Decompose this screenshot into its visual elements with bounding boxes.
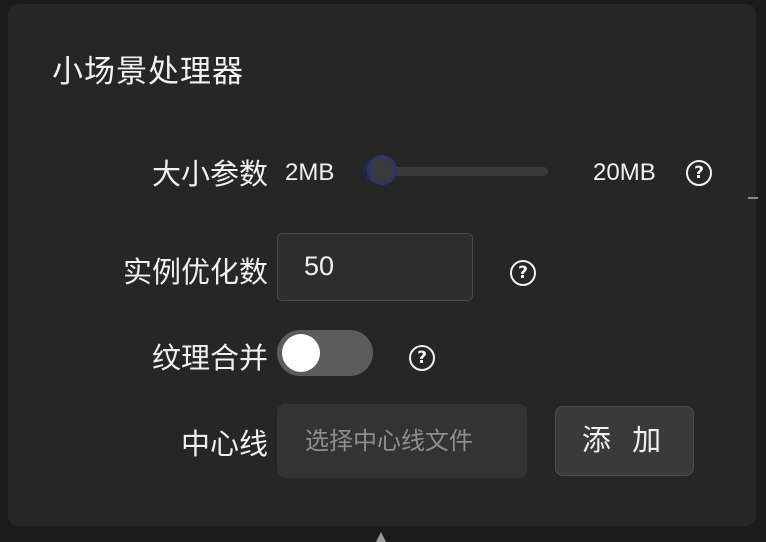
slider-min-label: 2MB	[285, 159, 335, 186]
texture-merge-help-icon[interactable]: ?	[409, 345, 435, 371]
toggle-knob	[282, 334, 320, 372]
panel-title: 小场景处理器	[52, 54, 244, 90]
instance-opt-input[interactable]: 50	[277, 233, 473, 301]
texture-merge-toggle[interactable]	[277, 330, 373, 376]
texture-merge-label: 纹理合并	[151, 341, 268, 375]
add-button[interactable]: 添 加	[555, 406, 694, 476]
edge-marker	[748, 197, 758, 199]
size-param-help-icon[interactable]: ?	[686, 160, 712, 186]
caret-up-icon	[376, 532, 386, 542]
slider-max-label: 20MB	[593, 159, 656, 186]
size-slider-thumb[interactable]	[370, 158, 394, 182]
instance-opt-help-icon[interactable]: ?	[510, 260, 536, 286]
centerline-file-input[interactable]: 选择中心线文件	[277, 404, 527, 478]
centerline-label: 中心线	[180, 427, 268, 461]
instance-opt-label: 实例优化数	[122, 255, 268, 289]
size-param-label: 大小参数	[151, 157, 268, 191]
